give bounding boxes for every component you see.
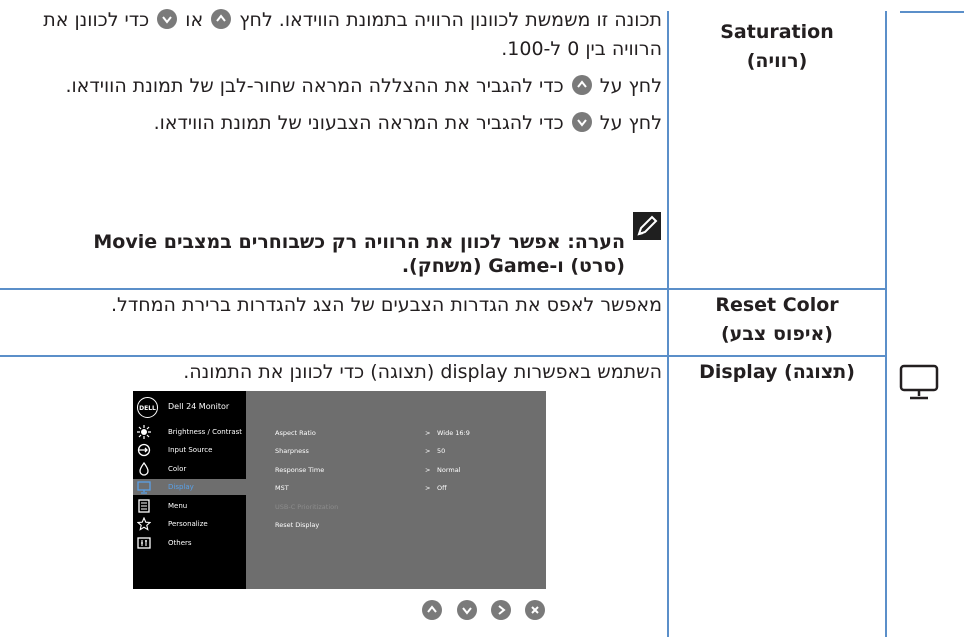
- table-col-rule-2: [885, 11, 887, 637]
- reset-color-label-en: Reset Color: [715, 294, 839, 316]
- osd-setting-reset-display: Reset Display: [275, 519, 525, 531]
- osd-setting-value: Normal: [437, 466, 461, 474]
- reset-color-description: מאפשר לאפס את הגדרות הצבעים של הצג להגדר…: [110, 294, 662, 316]
- display-description: השתמש באפשרות display (תצוגה) כדי לכוונן…: [183, 361, 662, 383]
- brightness-icon: [137, 425, 151, 439]
- close-icon: [531, 606, 539, 614]
- dell-logo: DELL: [137, 397, 158, 418]
- osd-menu-item-color: Color: [133, 461, 246, 477]
- chevron-right-icon: >: [425, 484, 431, 492]
- saturation-para-2-a: לחץ על: [599, 75, 662, 97]
- others-icon: [137, 537, 151, 549]
- down-button-icon: [157, 9, 178, 29]
- nav-up-button: [422, 600, 442, 620]
- osd-setting-usbc-prioritization: USB-C Prioritization: [275, 501, 525, 513]
- saturation-note: הערה: אפשר לכוון את הרוויה רק כשבוחרים ב…: [93, 231, 625, 277]
- osd-setting-value: 50: [437, 447, 446, 455]
- down-icon: [462, 607, 472, 615]
- saturation-para-2: לחץ על כדי להגביר את ההצללה המראה שחור-ל…: [20, 72, 662, 101]
- saturation-para-3: לחץ על כדי להגביר את המראה הצבעוני של תמ…: [20, 109, 662, 138]
- osd-setting-value: Off: [437, 484, 447, 492]
- chevron-right-icon: >: [425, 466, 431, 474]
- osd-setting-label: Aspect Ratio: [275, 429, 316, 437]
- osd-setting-label: MST: [275, 484, 289, 492]
- osd-menu-label: Input Source: [168, 446, 213, 454]
- saturation-para-1-b: או: [185, 9, 204, 31]
- nav-right-button: [491, 600, 511, 620]
- osd-setting-label: Reset Display: [275, 521, 320, 529]
- down-button-icon: [571, 112, 592, 132]
- osd-setting-sharpness: Sharpness > 50: [275, 445, 525, 457]
- menu-icon: [138, 499, 150, 513]
- osd-setting-aspect-ratio: Aspect Ratio > Wide 16:9: [275, 427, 525, 439]
- monitor-icon: [897, 360, 941, 404]
- osd-menu-item-others: Others: [133, 535, 246, 551]
- up-button-icon: [571, 75, 592, 95]
- osd-menu-item-menu: Menu: [133, 498, 246, 514]
- saturation-label-he: (רוויה): [746, 50, 808, 72]
- chevron-right-icon: >: [425, 429, 431, 437]
- osd-menu-label: Others: [168, 539, 192, 547]
- osd-menu-label: Color: [168, 465, 187, 473]
- osd-menu-item-display: Display: [133, 479, 246, 495]
- reset-color-label-he: (איפוס צבע): [721, 323, 833, 345]
- osd-title: Dell 24 Monitor: [168, 402, 230, 411]
- osd-settings-panel: Aspect Ratio > Wide 16:9 Sharpness > 50 …: [246, 391, 546, 589]
- osd-menu-label: Brightness / Contrast: [168, 428, 243, 436]
- color-icon: [139, 462, 149, 476]
- display-icon: [137, 481, 151, 494]
- saturation-description: תכונה זו משמשת לכוונון הרוויה בתמונת הוו…: [20, 6, 662, 138]
- saturation-para-3-b: כדי להגביר את המראה הצבעוני של תמונת הוו…: [153, 112, 564, 134]
- reset-color-label: Reset Color (איפוס צבע): [672, 291, 882, 349]
- saturation-para-1-a: תכונה זו משמשת לכוונון הרוויה בתמונת הוו…: [239, 9, 662, 31]
- saturation-label-en: Saturation: [720, 21, 834, 43]
- saturation-para-3-a: לחץ על: [599, 112, 662, 134]
- chevron-right-icon: >: [425, 447, 431, 455]
- up-icon: [427, 605, 437, 613]
- osd-menu-label: Personalize: [168, 520, 208, 528]
- osd-setting-label: USB-C Prioritization: [275, 503, 339, 511]
- up-button-icon: [211, 9, 232, 29]
- osd-setting-value: Wide 16:9: [437, 429, 470, 437]
- saturation-label: Saturation (רוויה): [672, 18, 882, 76]
- osd-menu-screenshot: DELL Dell 24 Monitor Brightness / Contra…: [133, 391, 546, 589]
- table-col-rule-1: [667, 11, 669, 637]
- table-row-rule-2: [0, 355, 887, 357]
- nav-down-button: [457, 600, 477, 620]
- osd-menu-item-brightness: Brightness / Contrast: [133, 424, 246, 440]
- osd-sidebar: DELL Dell 24 Monitor Brightness / Contra…: [133, 391, 246, 589]
- osd-menu-label: Menu: [168, 502, 188, 510]
- display-label: Display (תצוגה): [699, 361, 855, 383]
- table-row-rule-1: [0, 288, 887, 290]
- osd-menu-item-input-source: Input Source: [133, 442, 246, 458]
- osd-menu-item-personalize: Personalize: [133, 516, 246, 532]
- note-pencil-icon: [633, 212, 661, 240]
- osd-setting-response-time: Response Time > Normal: [275, 464, 525, 476]
- star-icon: [137, 517, 151, 531]
- right-icon: [498, 605, 506, 615]
- saturation-para-2-b: כדי להגביר את ההצללה המראה שחור-לבן של ת…: [65, 75, 564, 97]
- osd-menu-label: Display: [168, 483, 194, 491]
- table-top-rule: [900, 11, 964, 13]
- nav-close-button: [525, 600, 545, 620]
- input-source-icon: [137, 443, 151, 457]
- saturation-para-1: תכונה זו משמשת לכוונון הרוויה בתמונת הוו…: [20, 6, 662, 64]
- osd-setting-label: Sharpness: [275, 447, 309, 455]
- osd-setting-label: Response Time: [275, 466, 325, 474]
- osd-setting-mst: MST > Off: [275, 482, 525, 494]
